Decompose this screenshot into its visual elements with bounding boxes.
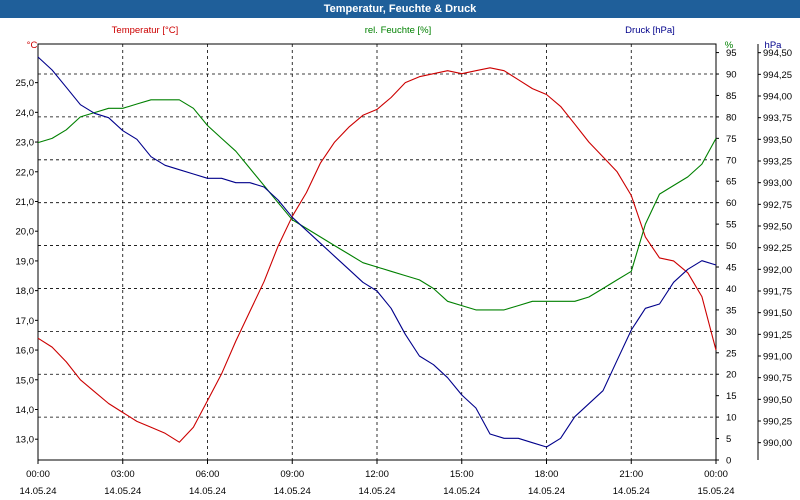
pressure-tick-label: 990,75 [763, 373, 792, 384]
humidity-tick-label: 70 [726, 155, 737, 166]
x-tick-date: 14.05.24 [613, 486, 650, 497]
temperature-tick-label: 18,0 [16, 286, 35, 297]
x-tick-time: 18:00 [535, 469, 559, 480]
pressure-tick-label: 992,00 [763, 265, 792, 276]
temperature-tick-label: 16,0 [16, 346, 35, 357]
humidity-tick-label: 5 [726, 434, 731, 445]
temperature-tick-label: 17,0 [16, 316, 35, 327]
pressure-tick-label: 992,50 [763, 222, 792, 233]
x-tick-time: 12:00 [365, 469, 389, 480]
x-tick-time: 15:00 [450, 469, 474, 480]
temperature-tick-label: 20,0 [16, 227, 35, 238]
pressure-tick-label: 994,25 [763, 70, 792, 81]
pressure-tick-label: 990,00 [763, 438, 792, 449]
grid [35, 44, 761, 464]
x-tick-time: 21:00 [619, 469, 643, 480]
pressure-tick-label: 992,75 [763, 200, 792, 211]
pressure-tick-label: 994,00 [763, 92, 792, 103]
pressure-tick-label: 990,50 [763, 395, 792, 406]
pressure-tick-label: 991,50 [763, 308, 792, 319]
humidity-tick-label: 80 [726, 112, 737, 123]
axis-labels-layer: 00:00 14.05.24 03:00 14.05.24 06:00 14.05.24 0… [16, 25, 793, 497]
humidity-tick-label: 20 [726, 370, 737, 381]
humidity-tick-label: 30 [726, 327, 737, 338]
pressure-tick-label: 991,75 [763, 287, 792, 298]
temperature-tick-label: 14,0 [16, 405, 35, 416]
x-tick-date: 14.05.24 [274, 486, 311, 497]
temperature-tick-label: 24,0 [16, 108, 35, 119]
humidity-tick-label: 40 [726, 284, 737, 295]
temperature-tick-label: 19,0 [16, 256, 35, 267]
temperature-tick-label: 25,0 [16, 78, 35, 89]
x-tick-time: 03:00 [111, 469, 135, 480]
humidity-tick-label: 60 [726, 198, 737, 209]
chart-title: Temperatur, Feuchte & Druck [323, 3, 477, 15]
temperature-tick-label: 13,0 [16, 435, 35, 446]
temperature-unit: °C [27, 40, 38, 51]
pressure-unit: hPa [765, 40, 783, 51]
humidity-tick-label: 45 [726, 263, 737, 274]
pressure-tick-label: 993,25 [763, 157, 792, 168]
chart-area: 00:00 14.05.24 03:00 14.05.24 06:00 14.05.24 0… [16, 25, 793, 497]
humidity-tick-label: 15 [726, 391, 737, 402]
pressure-tick-label: 992,25 [763, 243, 792, 254]
humidity-tick-label: 75 [726, 134, 737, 145]
x-tick-date: 14.05.24 [104, 486, 141, 497]
humidity-tick-label: 50 [726, 241, 737, 252]
temperature-tick-label: 22,0 [16, 167, 35, 178]
humidity-axis-title: rel. Feuchte [%] [365, 25, 432, 36]
pressure-tick-label: 993,75 [763, 113, 792, 124]
temperature-axis-title: Temperatur [°C] [112, 25, 179, 36]
x-tick-date: 14.05.24 [189, 486, 226, 497]
pressure-tick-label: 993,50 [763, 135, 792, 146]
x-tick-date: 14.05.24 [528, 486, 565, 497]
x-tick-time: 06:00 [196, 469, 220, 480]
humidity-tick-label: 0 [726, 456, 731, 467]
humidity-tick-label: 10 [726, 413, 737, 424]
x-tick-time: 00:00 [704, 469, 728, 480]
humidity-unit: % [725, 40, 734, 51]
pressure-axis-title: Druck [hPa] [625, 25, 675, 36]
pressure-tick-label: 993,00 [763, 178, 792, 189]
x-tick-date: 15.05.24 [698, 486, 735, 497]
temperature-tick-label: 21,0 [16, 197, 35, 208]
temperature-tick-label: 23,0 [16, 138, 35, 149]
humidity-tick-label: 65 [726, 177, 737, 188]
x-tick-date: 14.05.24 [359, 486, 396, 497]
x-tick-date: 14.05.24 [20, 486, 57, 497]
humidity-tick-label: 90 [726, 70, 737, 81]
humidity-tick-label: 35 [726, 305, 737, 316]
x-tick-time: 00:00 [26, 469, 50, 480]
humidity-tick-label: 55 [726, 220, 737, 231]
x-tick-time: 09:00 [280, 469, 304, 480]
pressure-tick-label: 990,25 [763, 417, 792, 428]
humidity-tick-label: 25 [726, 348, 737, 359]
humidity-tick-label: 85 [726, 91, 737, 102]
pressure-tick-label: 991,00 [763, 352, 792, 363]
temperature-tick-label: 15,0 [16, 375, 35, 386]
x-tick-date: 14.05.24 [443, 486, 480, 497]
pressure-tick-label: 991,25 [763, 330, 792, 341]
chart-title-bar: Temperatur, Feuchte & Druck [0, 0, 800, 18]
